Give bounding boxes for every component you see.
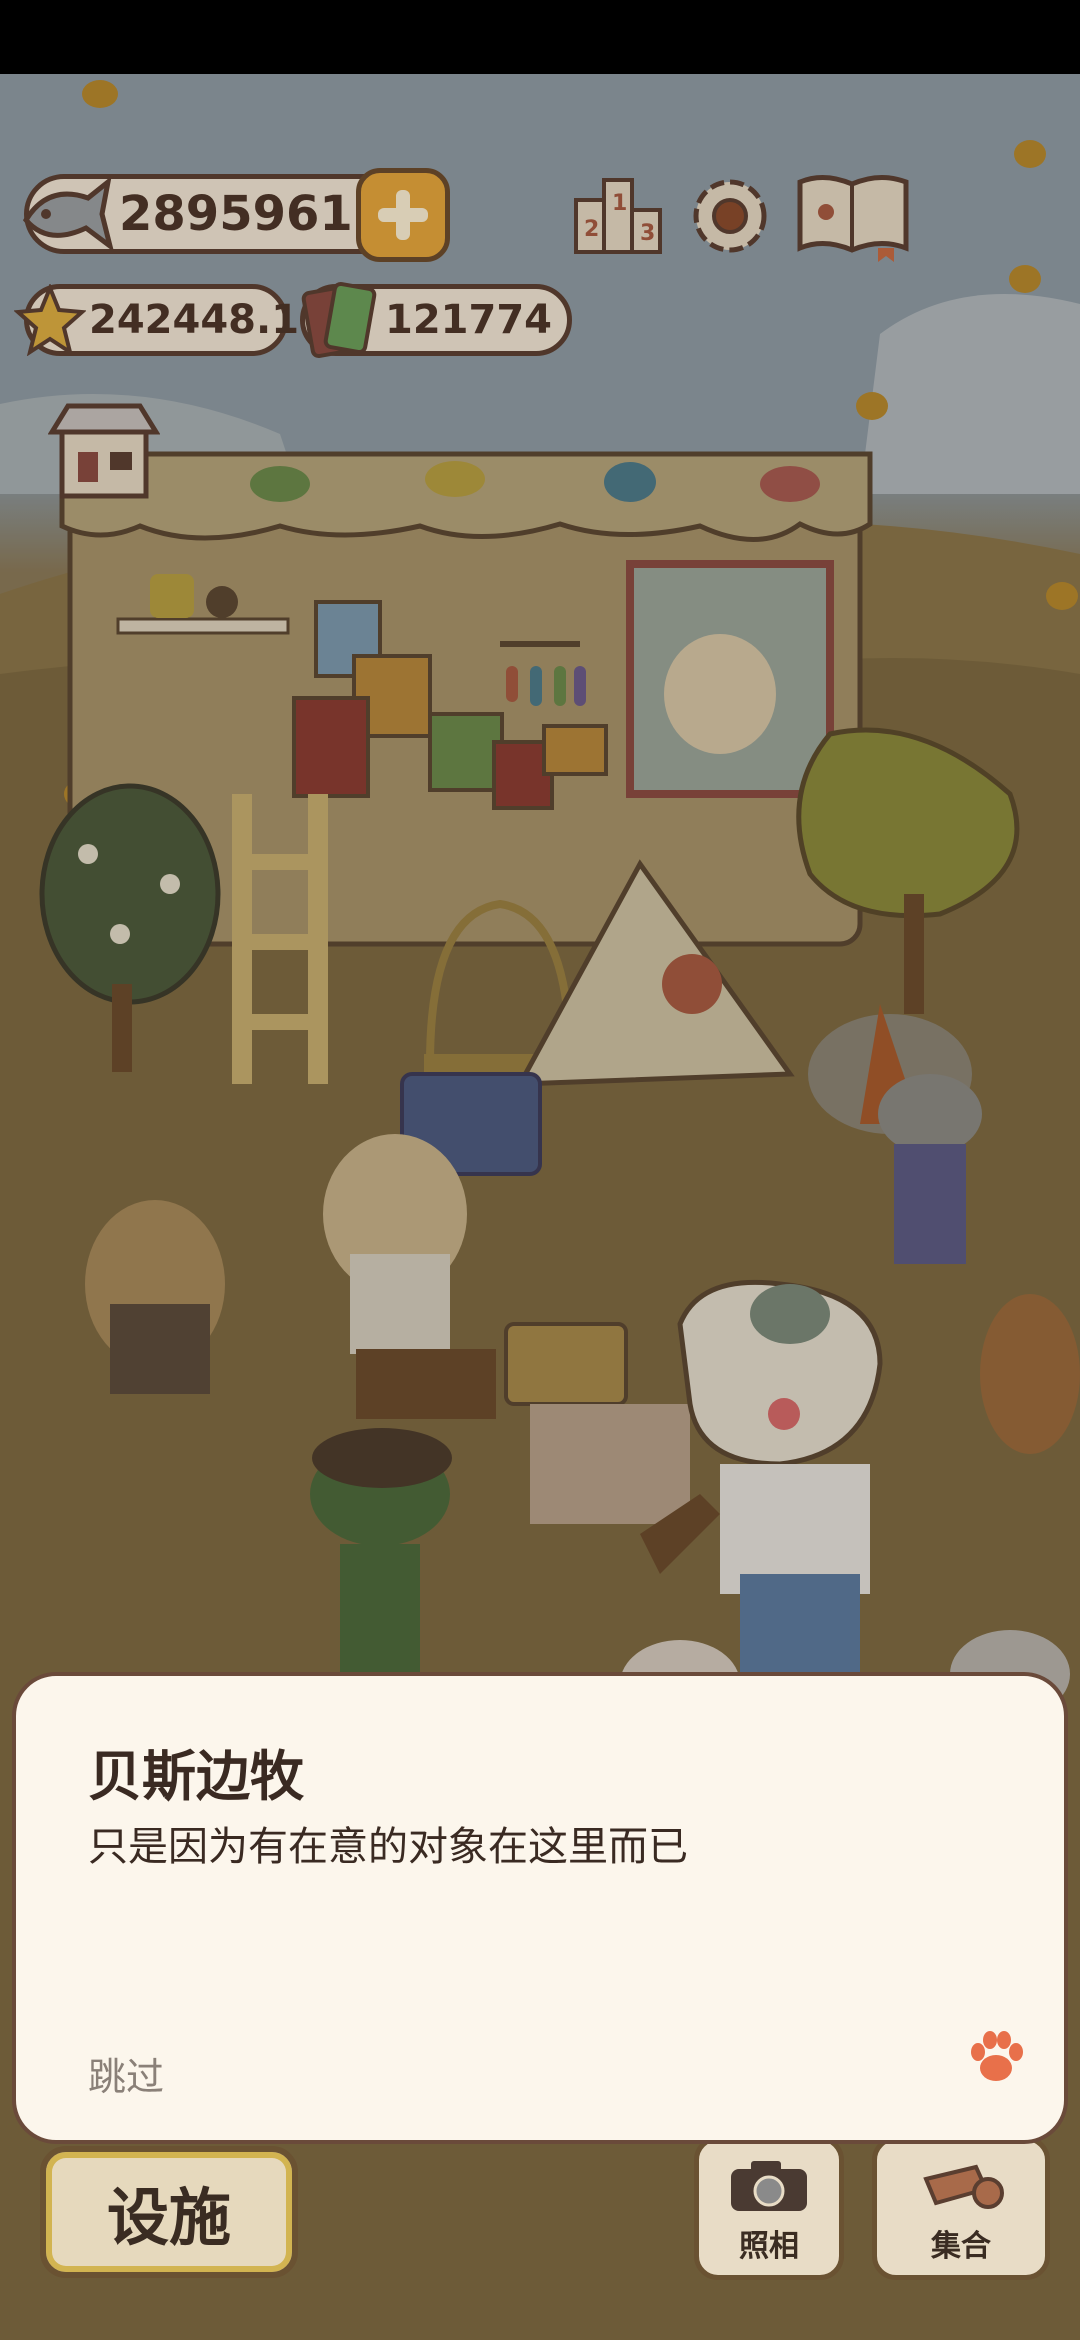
status-bar xyxy=(0,0,1080,74)
camera-icon xyxy=(731,2161,807,2211)
photo-button[interactable]: 照相 xyxy=(694,2136,844,2280)
dialogue-box[interactable]: 贝斯边牧 只是因为有在意的对象在这里而已 跳过 xyxy=(12,1672,1068,2144)
dialogue-text: 只是因为有在意的对象在这里而已 xyxy=(88,1824,688,1870)
whistle-icon xyxy=(923,2164,1004,2209)
speaker-name: 贝斯边牧 xyxy=(88,1745,304,1808)
photo-label: 照相 xyxy=(739,2229,799,2264)
skip-button[interactable]: 跳过 xyxy=(88,2046,164,2101)
facility-button[interactable]: 设施 xyxy=(40,2146,298,2278)
paw-icon[interactable] xyxy=(964,2026,1028,2090)
gather-label: 集合 xyxy=(931,2229,991,2264)
facility-label: 设施 xyxy=(106,2181,231,2254)
gather-button[interactable]: 集合 xyxy=(872,2136,1050,2280)
